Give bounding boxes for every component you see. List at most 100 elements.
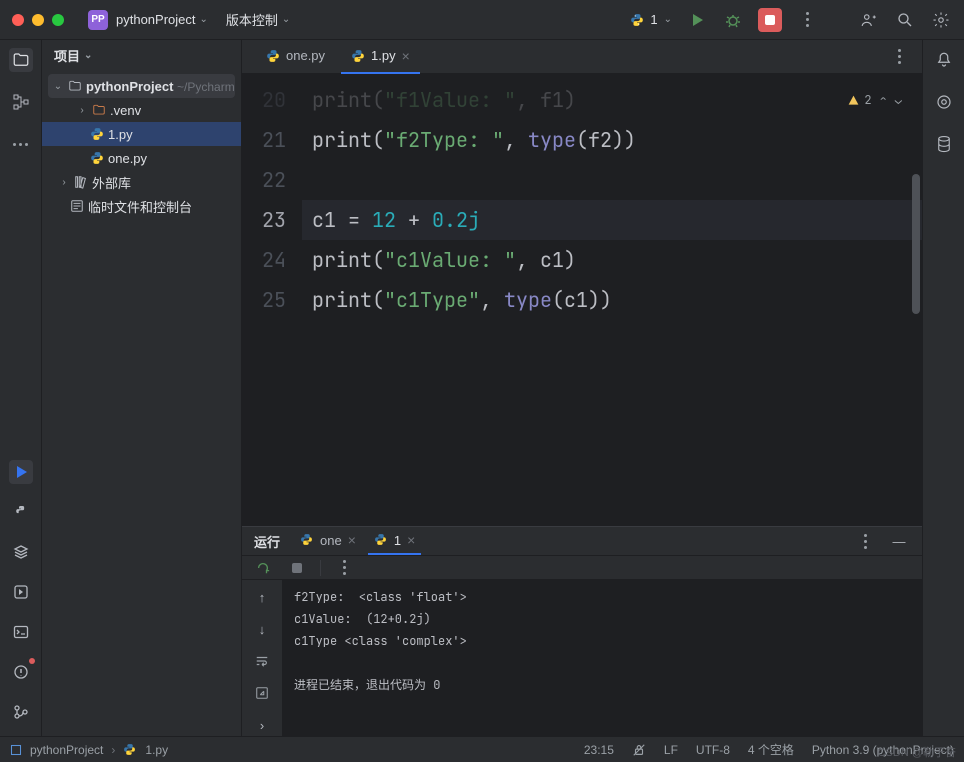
tree-root-path: ~/Pycharm [177, 80, 235, 94]
python-console-button[interactable] [9, 500, 33, 524]
tree-file-onepy[interactable]: one.py [42, 146, 241, 170]
code-line: print("c1Type", type(c1)) [302, 280, 922, 320]
code-with-me-button[interactable] [858, 9, 880, 31]
stop-icon [292, 563, 302, 573]
tree-file-1py[interactable]: 1.py [42, 122, 241, 146]
notifications-button[interactable] [932, 48, 956, 72]
tab-label: one.py [286, 48, 325, 63]
tree-venv[interactable]: › .venv [42, 98, 241, 122]
project-tree: ⌄ pythonProject ~/Pycharm › .venv 1.py o… [42, 70, 241, 222]
code-area[interactable]: 2 ⌃ ⌄ print("f1Value: ", f1) print("f2Ty… [302, 74, 922, 526]
indent[interactable]: 4 个空格 [748, 741, 794, 758]
editor-more-button[interactable] [888, 46, 910, 68]
module-icon [10, 744, 22, 756]
vcs-button[interactable] [9, 700, 33, 724]
python-packages-button[interactable] [9, 540, 33, 564]
run-tab-1[interactable]: 1 × [368, 527, 421, 555]
run-config-label: 1 [650, 12, 657, 27]
editor-body[interactable]: 20 21 22 23 24 25 2 ⌃ ⌄ print("f1Value: … [242, 74, 922, 526]
soft-wrap-button[interactable] [251, 650, 273, 672]
more-vertical-icon [343, 560, 346, 575]
down-stack-button[interactable]: ↓ [251, 618, 273, 640]
project-panel-header[interactable]: 项目 ⌄ [42, 40, 241, 70]
code-line: print("c1Value: ", c1) [302, 240, 922, 280]
status-bar: pythonProject › 1.py 23:15 LF UTF-8 4 个空… [0, 736, 964, 762]
close-run-tab-button[interactable]: × [348, 532, 356, 548]
editor-tabs: one.py 1.py × [242, 40, 922, 74]
python-file-icon [351, 49, 365, 63]
project-selector[interactable]: pythonProject ⌄ [116, 12, 208, 27]
search-button[interactable] [894, 9, 916, 31]
close-tab-button[interactable]: × [402, 48, 410, 64]
run-settings-button[interactable] [333, 557, 355, 579]
zoom-window-button[interactable] [52, 14, 64, 26]
terminal-button[interactable] [9, 620, 33, 644]
console-output[interactable]: f2Type: <class 'float'> c1Value: (12+0.2… [282, 580, 922, 736]
gutter: 20 21 22 23 24 25 [242, 74, 302, 526]
run-more-button[interactable] [854, 530, 876, 552]
stop-icon [765, 15, 775, 25]
debug-button[interactable] [722, 9, 744, 31]
close-run-tab-button[interactable]: × [407, 532, 415, 548]
services-button[interactable] [9, 580, 33, 604]
breadcrumb-project: pythonProject [30, 743, 103, 757]
tree-file-label: one.py [108, 151, 147, 166]
close-window-button[interactable] [12, 14, 24, 26]
more-actions-button[interactable] [796, 9, 818, 31]
minimize-window-button[interactable] [32, 14, 44, 26]
run-button[interactable] [686, 9, 708, 31]
ai-assistant-button[interactable] [932, 90, 956, 114]
more-tools-button[interactable] [9, 132, 33, 156]
git-icon [13, 704, 29, 720]
tree-scratches[interactable]: 临时文件和控制台 [42, 194, 241, 218]
ai-icon [935, 93, 953, 111]
up-stack-button[interactable]: ↑ [251, 586, 273, 608]
rerun-button[interactable] [252, 557, 274, 579]
database-icon [935, 135, 953, 153]
play-icon [13, 464, 29, 480]
caret-position[interactable]: 23:15 [584, 743, 614, 757]
run-tool-button[interactable] [9, 460, 33, 484]
code-line: print("f1Value: ", f1) [302, 80, 922, 120]
run-config-selector[interactable]: 1 ⌄ [630, 12, 672, 27]
library-icon [74, 175, 88, 189]
python-icon [374, 533, 388, 547]
lock-icon[interactable] [632, 743, 646, 757]
breadcrumbs[interactable]: pythonProject › 1.py [10, 743, 168, 757]
more-horizontal-icon [13, 143, 28, 146]
hide-panel-button[interactable]: — [888, 530, 910, 552]
code-line: print("f2Type: ", type(f2)) [302, 120, 922, 160]
tree-root[interactable]: ⌄ pythonProject ~/Pycharm [48, 74, 235, 98]
more-vertical-icon [898, 49, 901, 64]
encoding[interactable]: UTF-8 [696, 743, 730, 757]
editor-scrollbar[interactable] [912, 174, 920, 314]
wrap-icon [255, 654, 269, 668]
settings-button[interactable] [930, 9, 952, 31]
expand-button[interactable]: › [251, 714, 273, 736]
layers-icon [13, 544, 29, 560]
watermark: CSDN @勒于奋 [878, 744, 956, 760]
window-controls [12, 14, 64, 26]
tab-1-py[interactable]: 1.py × [341, 40, 420, 74]
scroll-to-end-button[interactable] [251, 682, 273, 704]
tab-one-py[interactable]: one.py [256, 40, 335, 74]
tree-external-libs[interactable]: › 外部库 [42, 170, 241, 194]
structure-tool-button[interactable] [9, 90, 33, 114]
stop-button[interactable] [758, 8, 782, 32]
tree-venv-label: .venv [110, 103, 141, 118]
line-ending[interactable]: LF [664, 743, 678, 757]
project-tool-button[interactable] [9, 48, 33, 72]
database-button[interactable] [932, 132, 956, 156]
chevron-right-icon: › [58, 177, 70, 188]
run-panel-header: 运行 one × 1 × — [242, 527, 922, 556]
run-tab-one[interactable]: one × [294, 527, 362, 555]
right-tool-rail [922, 40, 964, 736]
version-control-menu[interactable]: 版本控制 ⌄ [226, 10, 290, 29]
structure-icon [13, 94, 29, 110]
folder-icon [68, 79, 82, 93]
python-file-icon [266, 49, 280, 63]
python-file-icon [90, 151, 104, 165]
problems-button[interactable] [9, 660, 33, 684]
stop-run-button[interactable] [286, 557, 308, 579]
run-panel-title: 运行 [254, 532, 280, 551]
